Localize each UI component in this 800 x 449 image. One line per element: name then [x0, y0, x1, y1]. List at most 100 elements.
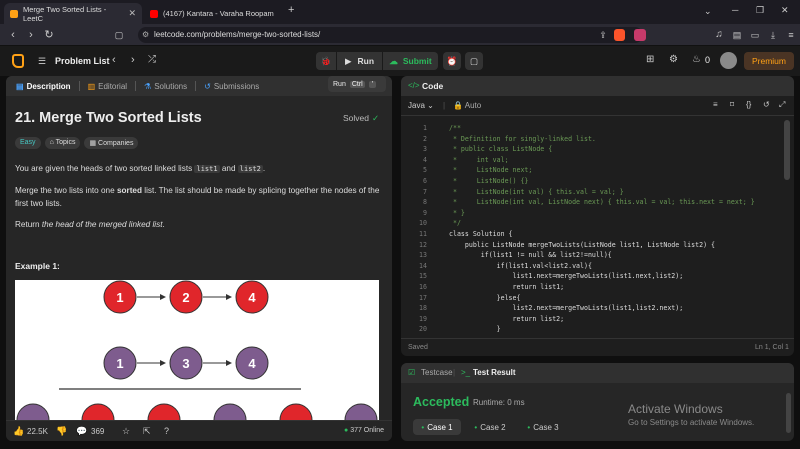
- like-count: 22.5K: [27, 427, 48, 436]
- online-count: ● 377 Online: [344, 427, 384, 434]
- bookmark-icon[interactable]: ▢: [112, 28, 126, 42]
- next-problem-icon[interactable]: ›: [131, 54, 135, 66]
- forward-icon[interactable]: ›: [24, 28, 38, 42]
- editor-scrollbar[interactable]: [784, 120, 790, 180]
- code-line: if(list1.val<list2.val){: [449, 261, 592, 270]
- back-icon[interactable]: ‹: [6, 28, 20, 42]
- problem-list-link[interactable]: Problem List: [55, 56, 110, 66]
- maximize-button[interactable]: ❐: [756, 5, 764, 16]
- code-editor[interactable]: 1 /** 2 * Definition for singly-linked lis…: [401, 120, 781, 348]
- tab-description[interactable]: ▤ Description: [12, 82, 75, 91]
- browser-tab-leetcode[interactable]: Merge Two Sorted Lists - LeetC ✕: [4, 3, 142, 24]
- tab-solutions[interactable]: ⚗ Solutions: [140, 82, 191, 91]
- close-window-button[interactable]: ✕: [781, 5, 789, 16]
- code-list1: list1: [194, 165, 220, 173]
- case-3-tab[interactable]: • Case 3: [519, 419, 567, 435]
- wallet-icon[interactable]: ▭: [748, 28, 762, 42]
- node-purple: [16, 403, 50, 420]
- site-info-icon[interactable]: ⚙: [142, 27, 149, 43]
- tab-testcase[interactable]: Testcase: [421, 368, 453, 377]
- notes-icon[interactable]: ▢: [465, 52, 483, 70]
- bookmark-icon[interactable]: ⌑: [730, 100, 734, 109]
- language-select[interactable]: Java ⌄: [408, 101, 434, 110]
- difficulty-badge[interactable]: Easy: [15, 137, 41, 149]
- tab-submissions[interactable]: ↺ Submissions: [200, 82, 263, 91]
- building-icon: ▦: [89, 140, 97, 147]
- node-purple: [213, 403, 247, 420]
- download-icon[interactable]: ⤓: [766, 28, 780, 42]
- run-label: Run: [357, 56, 375, 66]
- layout-icon[interactable]: ⊞: [646, 54, 654, 65]
- code-line: */: [449, 219, 461, 228]
- help-icon[interactable]: ?: [164, 426, 169, 436]
- brave-shields-icon[interactable]: [614, 29, 625, 41]
- debug-icon[interactable]: 🐞: [316, 52, 336, 70]
- format-icon[interactable]: ≡: [713, 100, 718, 109]
- test-panel: ☑ Testcase | >_ Test Result Accepted Run…: [401, 363, 794, 441]
- case-2-tab[interactable]: • Case 2: [466, 419, 514, 435]
- share-icon[interactable]: ⇪: [596, 28, 610, 42]
- avatar[interactable]: [720, 52, 737, 69]
- book-icon: ▥: [87, 81, 96, 91]
- shuffle-icon[interactable]: ⤮: [148, 54, 156, 65]
- bold-text: sorted: [116, 186, 142, 195]
- tab-label: Submissions: [213, 81, 260, 91]
- tab-test-result[interactable]: Test Result: [473, 368, 516, 377]
- companies-tag[interactable]: ▦ Companies: [84, 137, 139, 149]
- thumbs-down-icon[interactable]: 👎: [56, 426, 67, 437]
- star-icon[interactable]: ☆: [122, 426, 130, 437]
- comment-icon[interactable]: 💬: [76, 426, 87, 437]
- auto-mode[interactable]: 🔒 Auto: [453, 101, 481, 110]
- key-quote: ': [368, 80, 377, 88]
- premium-button[interactable]: Premium: [744, 52, 794, 70]
- leetcode-logo-icon[interactable]: [12, 54, 24, 68]
- thumbs-up-icon[interactable]: 👍: [13, 426, 24, 437]
- dot-icon: •: [527, 422, 531, 432]
- braces-icon[interactable]: {}: [746, 100, 751, 109]
- node-value: 2: [182, 290, 189, 305]
- problem-statement: You are given the heads of two sorted li…: [15, 162, 385, 231]
- node-value: 4: [248, 290, 256, 305]
- example-diagram: 1 2 4 1 3 4: [15, 280, 379, 420]
- test-scrollbar[interactable]: [786, 393, 791, 433]
- brave-rewards-icon[interactable]: [634, 29, 646, 41]
- case-1-tab[interactable]: • Case 1: [413, 419, 461, 435]
- run-button[interactable]: ▶ Run: [337, 52, 382, 70]
- streak-flame-icon[interactable]: ♨: [692, 54, 701, 65]
- timer-icon[interactable]: ⏰: [443, 52, 461, 70]
- close-tab-icon[interactable]: ✕: [128, 8, 136, 19]
- play-icon: ▶: [344, 55, 352, 66]
- address-bar[interactable]: ⚙ leetcode.com/problems/merge-two-sorted…: [138, 27, 643, 43]
- divider: [135, 81, 137, 91]
- line-number: 3: [423, 145, 427, 154]
- tab-title: (4167) Kantara - Varaha Roopam: [163, 9, 274, 18]
- menu-icon[interactable]: ≡: [784, 28, 798, 42]
- tab-list-icon[interactable]: ⌄: [704, 6, 712, 17]
- prev-problem-icon[interactable]: ‹: [112, 54, 116, 66]
- online-dot-icon: ●: [344, 427, 349, 434]
- problem-list-icon[interactable]: ☰: [38, 56, 46, 67]
- tab-editorial[interactable]: ▥ Editorial: [84, 82, 131, 91]
- sidebar-icon[interactable]: ▤: [730, 28, 744, 42]
- line-number: 1: [423, 124, 427, 132]
- code-line: * ListNode() {}: [449, 177, 529, 185]
- browser-tab-youtube[interactable]: (4167) Kantara - Varaha Roopam: [144, 3, 282, 24]
- tag-row: Easy ⌂ Topics ▦ Companies: [15, 137, 139, 149]
- fullscreen-icon[interactable]: ⤢: [779, 100, 785, 110]
- reload-icon[interactable]: ↻: [42, 28, 56, 42]
- media-icon[interactable]: ♫: [712, 28, 726, 42]
- settings-gear-icon[interactable]: ⚙: [669, 54, 678, 65]
- minimize-button[interactable]: ─: [732, 5, 738, 15]
- topics-tag[interactable]: ⌂ Topics: [44, 137, 81, 149]
- code-panel-header: </> Code: [401, 76, 794, 96]
- share-icon[interactable]: ⇱: [143, 426, 151, 437]
- line-number: 17: [419, 293, 427, 302]
- streak-count: 0: [705, 55, 711, 65]
- submit-button[interactable]: ☁ Submit: [383, 52, 438, 70]
- reset-icon[interactable]: ↺: [763, 100, 770, 109]
- left-footer: 👍 22.5K 👎 💬 369 ☆ ⇱ ? ● 377 Online: [6, 420, 392, 441]
- node-red: [147, 403, 181, 420]
- checkbox-icon: ☑: [408, 368, 416, 377]
- windows-watermark-subtitle: Go to Settings to activate Windows.: [628, 418, 755, 427]
- new-tab-button[interactable]: +: [288, 4, 294, 16]
